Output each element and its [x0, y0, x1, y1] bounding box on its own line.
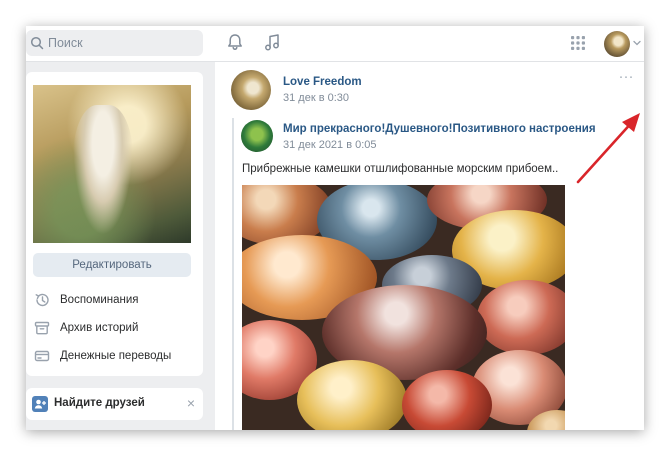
- app-window: Редактировать Воспоминания Архив историй: [26, 26, 644, 430]
- sidebar-item-stories-archive[interactable]: Архив историй: [34, 317, 199, 339]
- user-plus-glyph: [34, 399, 46, 409]
- top-bar: [26, 26, 644, 62]
- archive-icon: [34, 321, 50, 335]
- post-date[interactable]: 31 дек в 0:30: [283, 92, 349, 104]
- annotation-arrow-icon: [576, 113, 640, 184]
- find-friends-card[interactable]: Найдите друзей ×: [26, 388, 203, 420]
- close-icon[interactable]: ×: [184, 396, 198, 410]
- apps-grid-icon[interactable]: [570, 35, 586, 51]
- post-photo[interactable]: [242, 185, 565, 430]
- clock-history-icon: [35, 293, 49, 307]
- sidebar-item-label: Денежные переводы: [60, 350, 172, 362]
- pebble: [297, 360, 407, 430]
- repost-date[interactable]: 31 дек 2021 в 0:05: [283, 139, 377, 151]
- search-icon: [30, 36, 44, 50]
- post-author-avatar[interactable]: [231, 70, 271, 110]
- search-input[interactable]: [48, 34, 198, 52]
- sidebar-item-memories[interactable]: Воспоминания: [34, 289, 199, 311]
- post-text: Прибрежные камешки отшлифованные морским…: [242, 163, 559, 175]
- profile-sidebar-card: Редактировать Воспоминания Архив историй: [26, 72, 203, 376]
- sidebar-item-label: Архив историй: [60, 322, 139, 334]
- profile-photo[interactable]: [33, 85, 191, 243]
- repost-author-avatar[interactable]: [241, 120, 273, 152]
- pebble: [477, 280, 565, 355]
- music-icon[interactable]: [262, 32, 282, 52]
- repost-divider: [232, 118, 234, 430]
- bell-icon[interactable]: [225, 32, 245, 52]
- search-box[interactable]: [26, 30, 203, 56]
- more-options-button[interactable]: ···: [616, 69, 636, 88]
- repost-author-name[interactable]: Мир прекрасного!Душевного!Позитивного на…: [283, 123, 596, 135]
- profile-avatar[interactable]: [604, 31, 630, 57]
- photo-figure: [73, 105, 133, 235]
- sidebar-item-label: Воспоминания: [60, 294, 139, 306]
- sidebar-item-money-transfers[interactable]: Денежные переводы: [34, 345, 199, 367]
- chevron-down-icon[interactable]: [632, 38, 642, 48]
- find-friends-label: Найдите друзей: [54, 397, 145, 409]
- add-friend-icon: [32, 396, 48, 412]
- edit-profile-button[interactable]: Редактировать: [33, 253, 191, 277]
- money-transfer-icon: [34, 350, 50, 362]
- post-author-name[interactable]: Love Freedom: [283, 76, 362, 88]
